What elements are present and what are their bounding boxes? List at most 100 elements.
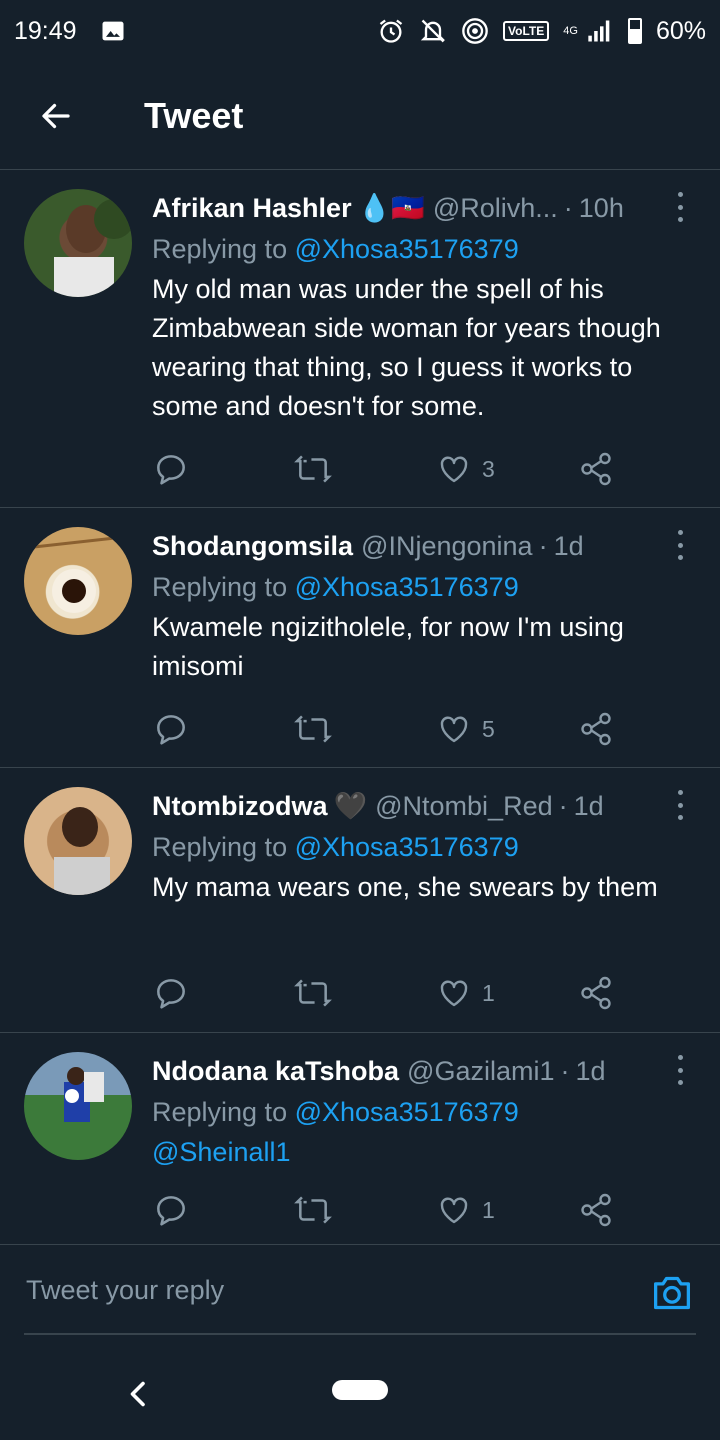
share-button[interactable] [578,711,614,747]
avatar[interactable] [24,787,132,895]
heart-icon [440,980,468,1007]
retweet-button[interactable] [294,710,436,748]
share-button[interactable] [578,1192,614,1228]
tweet[interactable]: Afrikan Hashler 💧🇭🇹 @Rolivh... · 10h Rep… [0,170,720,508]
tweet-time: 1d [573,790,604,821]
nav-back-button[interactable] [122,1376,158,1417]
hotspot-icon [462,18,488,44]
share-icon [581,712,611,746]
retweet-button[interactable] [294,450,436,488]
more-options-icon[interactable] [670,530,690,560]
mute-icon [420,19,446,43]
reply-button[interactable] [152,450,294,488]
heart-icon [440,456,468,483]
author-name[interactable]: Shodangomsila [152,531,353,562]
status-bar: 19:49 VoLTE 4G 60% [0,0,720,62]
reply-button[interactable] [152,974,294,1012]
reply-input[interactable] [24,1245,648,1335]
like-button[interactable]: 5 [436,711,578,747]
page-title: Tweet [144,94,244,136]
tweet[interactable]: Ntombizodwa 🖤 @Ntombi_Red · 1d Replying … [0,768,720,1033]
replying-label: Replying to [152,234,288,264]
reply-icon [157,715,185,745]
tweet-text: My mama wears one, she swears by them [152,872,658,902]
retweet-icon [294,715,332,743]
reply-icon [157,979,185,1009]
tweet[interactable]: Ndodana kaTshoba @Gazilami1 · 1d Replyin… [0,1033,720,1244]
author-handle[interactable]: @Rolivh... [433,193,558,224]
reply-icon [157,455,185,485]
retweet-icon [294,1196,332,1224]
heart-icon [440,716,468,743]
reply-button[interactable] [152,710,294,748]
tweet-actions: 1 [152,1191,622,1229]
author-name[interactable]: Ndodana kaTshoba [152,1056,399,1087]
separator-dot: · [558,790,568,821]
share-button[interactable] [578,975,614,1011]
share-button[interactable] [578,451,614,487]
like-count: 5 [482,715,495,742]
like-button[interactable]: 3 [436,451,578,487]
avatar[interactable] [24,1052,132,1160]
like-button[interactable]: 1 [436,1192,578,1228]
signal-icon [588,20,610,42]
reply-mention-link[interactable]: @Xhosa35176379 [295,1097,519,1127]
system-nav-bar [0,1354,720,1440]
separator-dot: · [560,1055,570,1086]
network-type: 4G [563,24,578,37]
replying-label: Replying to [152,1097,288,1127]
reply-mention-link[interactable]: @Xhosa35176379 [295,572,519,602]
tweet-mention-link[interactable]: @Sheinall1 [152,1133,690,1172]
reply-mention-link[interactable]: @Xhosa35176379 [295,832,519,862]
retweet-icon [294,455,332,483]
reply-bar [0,1244,720,1354]
camera-button[interactable] [650,1273,694,1318]
tweet-actions: 3 [152,450,622,488]
tweet[interactable]: Shodangomsila @INjengonina · 1d Replying… [0,508,720,768]
tweet-actions: 5 [152,710,622,748]
replying-to: Replying to @Xhosa35176379 [152,230,690,268]
share-icon [581,976,611,1010]
more-options-icon[interactable] [670,192,690,222]
top-bar: Tweet [0,62,720,170]
battery-percent: 60% [655,16,706,45]
replying-to: Replying to @Xhosa35176379 [152,1093,690,1131]
author-name[interactable]: Afrikan Hashler [152,193,352,224]
tweet-time: 10h [578,192,624,223]
avatar[interactable] [24,527,132,635]
like-count: 3 [482,455,495,482]
back-arrow-icon [42,103,70,128]
heart-icon [440,1197,468,1224]
author-name[interactable]: Ntombizodwa [152,791,328,822]
retweet-button[interactable] [294,974,436,1012]
retweet-icon [294,979,332,1007]
share-icon [581,452,611,486]
tweet-text: Kwamele ngizitholele, for now I'm using … [152,612,624,681]
avatar[interactable] [24,189,132,297]
author-handle[interactable]: @Gazilami1 [407,1056,554,1087]
name-emoji: 💧🇭🇹 [357,193,425,223]
retweet-button[interactable] [294,1191,436,1229]
nav-home-pill[interactable] [332,1380,388,1400]
more-options-icon[interactable] [670,1055,690,1085]
reply-button[interactable] [152,1191,294,1229]
author-handle[interactable]: @Ntombi_Red [375,791,552,822]
like-button[interactable]: 1 [436,975,578,1011]
more-options-icon[interactable] [670,790,690,820]
tweet-time: 1d [553,530,584,561]
alarm-icon [379,19,403,43]
reply-icon [157,1196,185,1226]
replying-label: Replying to [152,572,288,602]
author-handle[interactable]: @INjengonina [361,531,533,562]
like-count: 1 [482,979,495,1006]
nav-back-icon [130,1381,145,1407]
tweet-time: 1d [575,1055,606,1086]
camera-icon [654,1276,690,1310]
separator-dot: · [538,530,548,561]
status-time: 19:49 [14,16,77,45]
reply-mention-link[interactable]: @Xhosa35176379 [295,234,519,264]
separator-dot: · [563,192,573,223]
back-button[interactable] [28,88,84,144]
tweet-list: Afrikan Hashler 💧🇭🇹 @Rolivh... · 10h Rep… [0,170,720,1244]
like-count: 1 [482,1196,495,1223]
